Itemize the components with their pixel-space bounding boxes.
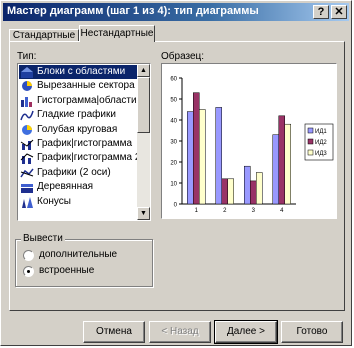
bar [256, 172, 263, 205]
output-group [15, 239, 153, 287]
chart-type-label: Блоки с областями [37, 66, 126, 77]
chart-type-label: Деревянная [37, 181, 94, 193]
x-tick-label: 3 [252, 208, 256, 214]
line-column-icon [20, 138, 34, 150]
y-tick-label: 40 [170, 119, 177, 125]
legend-swatch [307, 127, 314, 134]
chart-type-label: График|гистограмма [37, 138, 133, 149]
output-group-title: Вывести [21, 233, 65, 244]
bar [193, 92, 200, 205]
title-bar: Мастер диаграмм (шаг 1 из 4): тип диагра… [3, 3, 349, 21]
line-column2-icon [20, 152, 34, 165]
sample-chart-frame: 0 10 20 30 40 50 60 1 2 3 4 ИД1 ИД2 ИД3 [161, 63, 337, 219]
x-tick-label: 4 [280, 208, 284, 214]
help-button[interactable]: ? [313, 5, 329, 19]
next-button[interactable]: Далее > [214, 320, 278, 344]
y-tick-label: 0 [174, 203, 178, 209]
chart-type-item[interactable]: Вырезанные сектора [19, 79, 137, 93]
chart-type-item[interactable]: Конусы [19, 195, 137, 209]
finish-button[interactable]: Готово [281, 321, 343, 343]
legend-label: ИД2 [315, 140, 327, 146]
bar [221, 178, 228, 205]
area-blocks-icon [20, 66, 34, 78]
radio-additional[interactable] [23, 250, 34, 261]
chart-type-item[interactable]: График|гистограмма 2 [19, 151, 141, 165]
two-axis-line-icon [20, 167, 34, 179]
y-tick-label: 10 [170, 182, 177, 188]
y-tick-label: 20 [170, 161, 177, 167]
pie-exploded-icon [20, 80, 34, 92]
chart-type-item[interactable]: Голубая круговая [19, 123, 137, 137]
blue-pie-icon [20, 124, 34, 136]
close-button[interactable]: ✕ [331, 5, 347, 19]
bar [187, 111, 194, 205]
column-area-icon [20, 95, 34, 107]
legend-label: ИД1 [315, 129, 327, 135]
bar [272, 134, 279, 205]
scroll-up-icon[interactable]: ▲ [137, 64, 150, 77]
chart-type-item[interactable]: Блоки с областями [19, 65, 137, 79]
chart-type-list[interactable]: Блоки с областями Вырезанные сектора Гисто… [17, 63, 151, 221]
y-tick-label: 60 [170, 77, 177, 83]
radio-builtin[interactable] [23, 266, 34, 277]
chart-type-label: Графики (2 оси) [37, 166, 111, 178]
bar [244, 165, 251, 205]
chart-type-item[interactable]: Гистограмма|области [19, 94, 137, 108]
radio-builtin-label: встроенные [39, 265, 95, 276]
back-button[interactable]: < Назад [149, 321, 211, 343]
tab-custom[interactable]: Нестандартные [79, 25, 155, 42]
tab-custom-label: Нестандартные [80, 28, 154, 39]
chart-type-item[interactable]: График|гистограмма [19, 137, 137, 151]
legend-swatch [307, 138, 314, 145]
legend-label: ИД3 [315, 151, 327, 157]
chart-wizard-dialog: Мастер диаграмм (шаг 1 из 4): тип диагра… [0, 0, 352, 346]
scroll-down-icon[interactable]: ▼ [137, 207, 150, 220]
radio-additional-label: дополнительные [39, 249, 118, 260]
y-tick-label: 50 [170, 98, 177, 104]
x-tick-label: 1 [195, 208, 199, 214]
chart-type-label: Гладкие графики [37, 109, 116, 121]
y-tick-label: 30 [170, 140, 177, 146]
bar [199, 109, 206, 205]
bar [227, 178, 234, 205]
bar [284, 123, 291, 205]
scroll-thumb[interactable] [137, 77, 150, 133]
chart-type-label: График|гистограмма 2 [37, 152, 141, 164]
chart-type-item[interactable]: Деревянная [19, 180, 137, 194]
cones-icon [20, 196, 34, 208]
tab-standard-label: Стандартные [12, 30, 76, 41]
type-label: Тип: [17, 51, 37, 62]
bar [215, 107, 222, 205]
bar [250, 180, 257, 205]
chart-type-label: Гистограмма|области [37, 94, 137, 106]
bar [278, 115, 285, 205]
x-tick-label: 2 [223, 208, 227, 214]
sample-chart: 0 10 20 30 40 50 60 1 2 3 4 ИД1 ИД2 ИД3 [170, 77, 334, 214]
chart-type-item[interactable]: Графики (2 оси) [19, 166, 137, 180]
chart-type-label: Голубая круговая [37, 123, 118, 135]
cancel-button[interactable]: Отмена [83, 321, 145, 343]
chart-type-label: Вырезанные сектора [37, 80, 135, 92]
smooth-line-icon [20, 109, 34, 121]
chart-type-label: Конусы [37, 195, 71, 207]
wooden-icon [20, 181, 34, 194]
sample-label: Образец: [161, 51, 205, 62]
legend-swatch [307, 149, 314, 156]
list-scrollbar[interactable]: ▲ ▼ [137, 64, 150, 220]
chart-type-item[interactable]: Гладкие графики [19, 108, 137, 122]
window-title: Мастер диаграмм (шаг 1 из 4): тип диагра… [7, 5, 259, 17]
